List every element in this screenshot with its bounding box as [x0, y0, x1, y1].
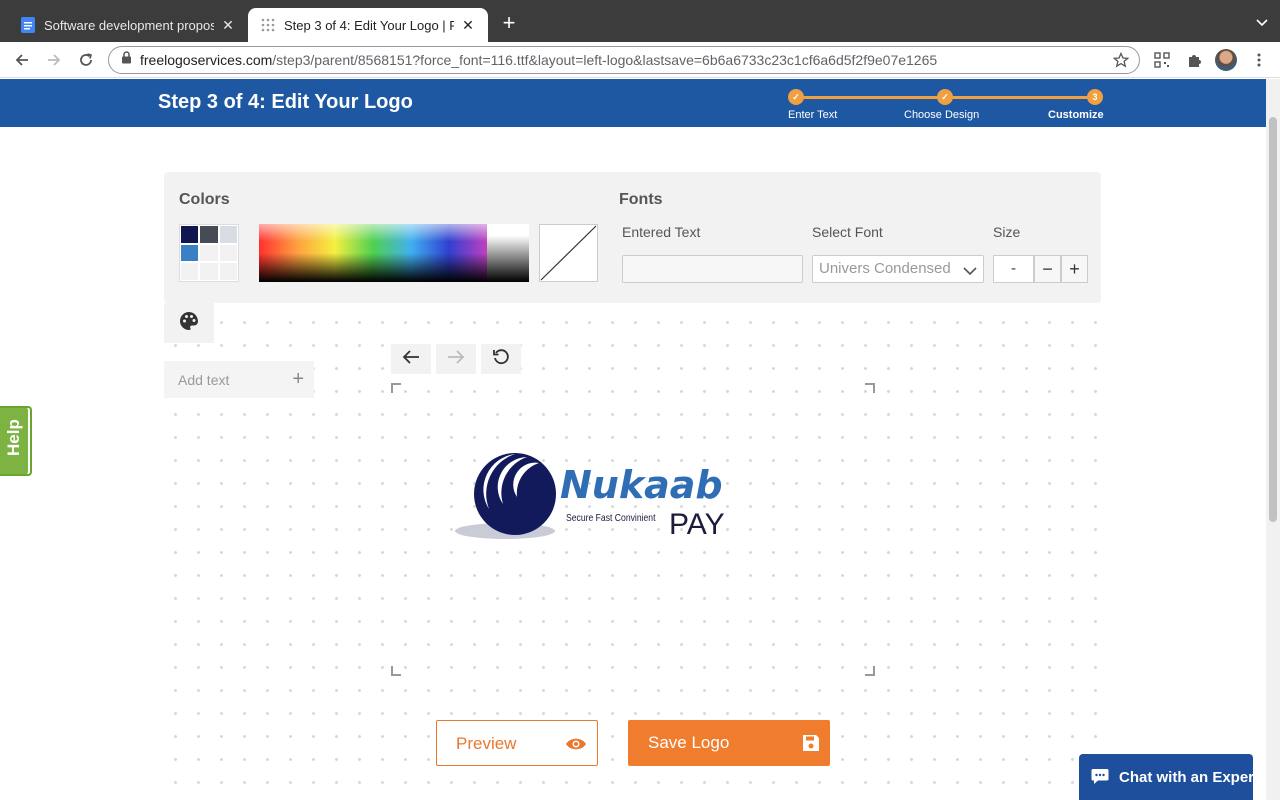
logo-tagline-text: Secure Fast Convinient: [566, 512, 656, 524]
address-bar[interactable]: freelogoservices.com/step3/parent/856815…: [108, 46, 1140, 74]
swatch[interactable]: [180, 262, 200, 281]
entered-text-label: Entered Text: [622, 224, 701, 240]
chat-bubble-icon: [1091, 768, 1109, 789]
color-swatches: [179, 224, 239, 282]
swatch[interactable]: [218, 243, 238, 263]
canvas-corner: [865, 666, 875, 676]
redo-button[interactable]: [436, 344, 476, 374]
page-scrollbar[interactable]: [1266, 79, 1280, 800]
right-arrow-icon: [447, 349, 465, 369]
swatch[interactable]: [199, 243, 219, 263]
undo-button[interactable]: [391, 344, 431, 374]
swatch[interactable]: [180, 243, 200, 263]
grid-dots-icon: [260, 17, 276, 33]
kebab-menu-icon[interactable]: [1249, 50, 1269, 70]
preview-label: Preview: [456, 734, 517, 753]
qr-extension-icon[interactable]: [1152, 50, 1172, 70]
canvas-corner: [865, 383, 875, 393]
step-3-number: 3: [1087, 89, 1103, 105]
fonts-title: Fonts: [619, 191, 663, 208]
new-tab-button[interactable]: +: [498, 12, 520, 35]
chat-with-expert-button[interactable]: Chat with an Expert: [1079, 754, 1259, 800]
editor-panel: Colors Fonts Entered Text Select Font Si…: [164, 172, 1101, 303]
logo-preview[interactable]: Nukaab Secure Fast Convinient PAY: [453, 449, 738, 544]
selected-font: Univers Condensed: [819, 260, 951, 277]
size-label: Size: [993, 224, 1021, 240]
save-label: Save Logo: [648, 733, 730, 752]
tab-title: Step 3 of 4: Edit Your Logo | Fr: [284, 17, 454, 33]
google-docs-icon: [20, 17, 36, 33]
select-font-label: Select Font: [812, 224, 883, 240]
grayscale-picker[interactable]: [487, 224, 529, 282]
palette-tab[interactable]: [164, 303, 214, 343]
left-arrow-icon: [402, 349, 420, 369]
step-label-enter-text[interactable]: Enter Text: [788, 109, 837, 121]
font-select-dropdown[interactable]: Univers Condensed: [812, 255, 984, 283]
logo-editor-page: Step 3 of 4: Edit Your Logo ✓ ✓ 3 Enter …: [0, 79, 1266, 800]
browser-tab-bar: Software development propos ✕ Step 3 of …: [0, 0, 1280, 42]
tab-close-icon[interactable]: ✕: [460, 17, 476, 33]
puzzle-extensions-icon[interactable]: [1184, 50, 1204, 70]
tab-edit-logo[interactable]: Step 3 of 4: Edit Your Logo | Fr ✕: [248, 8, 488, 42]
reset-icon: [492, 348, 510, 371]
scrollbar-thumb[interactable]: [1269, 117, 1277, 522]
colors-title: Colors: [179, 191, 230, 208]
logo-suffix-text: PAY: [669, 508, 725, 541]
url-host: freelogoservices.com: [140, 52, 273, 68]
bookmark-star-icon[interactable]: [1112, 51, 1130, 73]
step-label-customize: Customize: [1048, 109, 1104, 121]
size-decrease-button[interactable]: −: [1034, 255, 1061, 283]
color-spectrum-picker[interactable]: [259, 224, 487, 282]
page-title: Step 3 of 4: Edit Your Logo: [158, 91, 413, 113]
reset-button[interactable]: [481, 344, 521, 374]
back-arrow-icon[interactable]: [12, 50, 32, 70]
logo-name-text: Nukaab: [560, 463, 723, 507]
page-header: Step 3 of 4: Edit Your Logo ✓ ✓ 3 Enter …: [0, 79, 1266, 127]
forward-arrow-icon[interactable]: [44, 50, 64, 70]
floppy-disk-icon: [802, 734, 820, 757]
reload-icon[interactable]: [76, 50, 96, 70]
swatch[interactable]: [199, 225, 219, 244]
swatch[interactable]: [199, 262, 219, 281]
lock-icon: [121, 51, 132, 69]
progress-stepper: ✓ ✓ 3 Enter Text Choose Design Customize: [788, 87, 1108, 123]
add-text-placeholder: Add text: [178, 372, 230, 388]
save-logo-button[interactable]: Save Logo: [628, 720, 830, 766]
help-tab[interactable]: Help: [0, 406, 32, 476]
eye-icon: [565, 736, 587, 756]
browser-toolbar: freelogoservices.com/step3/parent/856815…: [0, 42, 1280, 78]
add-text-plus-button[interactable]: +: [292, 369, 304, 389]
url-path: /step3/parent/8568151?force_font=116.ttf…: [272, 52, 938, 68]
url-text: freelogoservices.com/step3/parent/856815…: [140, 52, 937, 68]
step-1-check-icon: ✓: [788, 89, 804, 105]
swatch[interactable]: [218, 262, 238, 281]
chevron-down-icon[interactable]: [1256, 14, 1268, 32]
chevron-down-icon: [963, 263, 977, 280]
add-text-input[interactable]: Add text +: [164, 361, 314, 398]
chat-label: Chat with an Expert: [1119, 769, 1260, 786]
size-increase-button[interactable]: +: [1061, 255, 1088, 283]
swatch[interactable]: [218, 225, 238, 244]
profile-avatar[interactable]: [1215, 49, 1237, 71]
preview-button[interactable]: Preview: [436, 720, 598, 766]
step-label-choose-design[interactable]: Choose Design: [904, 109, 979, 121]
tab-title: Software development propos: [44, 17, 214, 33]
globe-swoosh-icon: [455, 453, 556, 539]
font-size-input[interactable]: -: [993, 255, 1034, 283]
step-2-check-icon: ✓: [937, 89, 953, 105]
canvas-corner: [391, 666, 401, 676]
tab-close-icon[interactable]: ✕: [220, 17, 236, 33]
palette-icon: [179, 311, 199, 336]
no-color-swatch[interactable]: [539, 224, 598, 282]
swatch[interactable]: [180, 225, 200, 244]
tab-software-proposal[interactable]: Software development propos ✕: [8, 8, 248, 42]
canvas-corner: [391, 383, 401, 393]
help-label: Help: [4, 419, 23, 456]
entered-text-input[interactable]: [622, 255, 803, 283]
